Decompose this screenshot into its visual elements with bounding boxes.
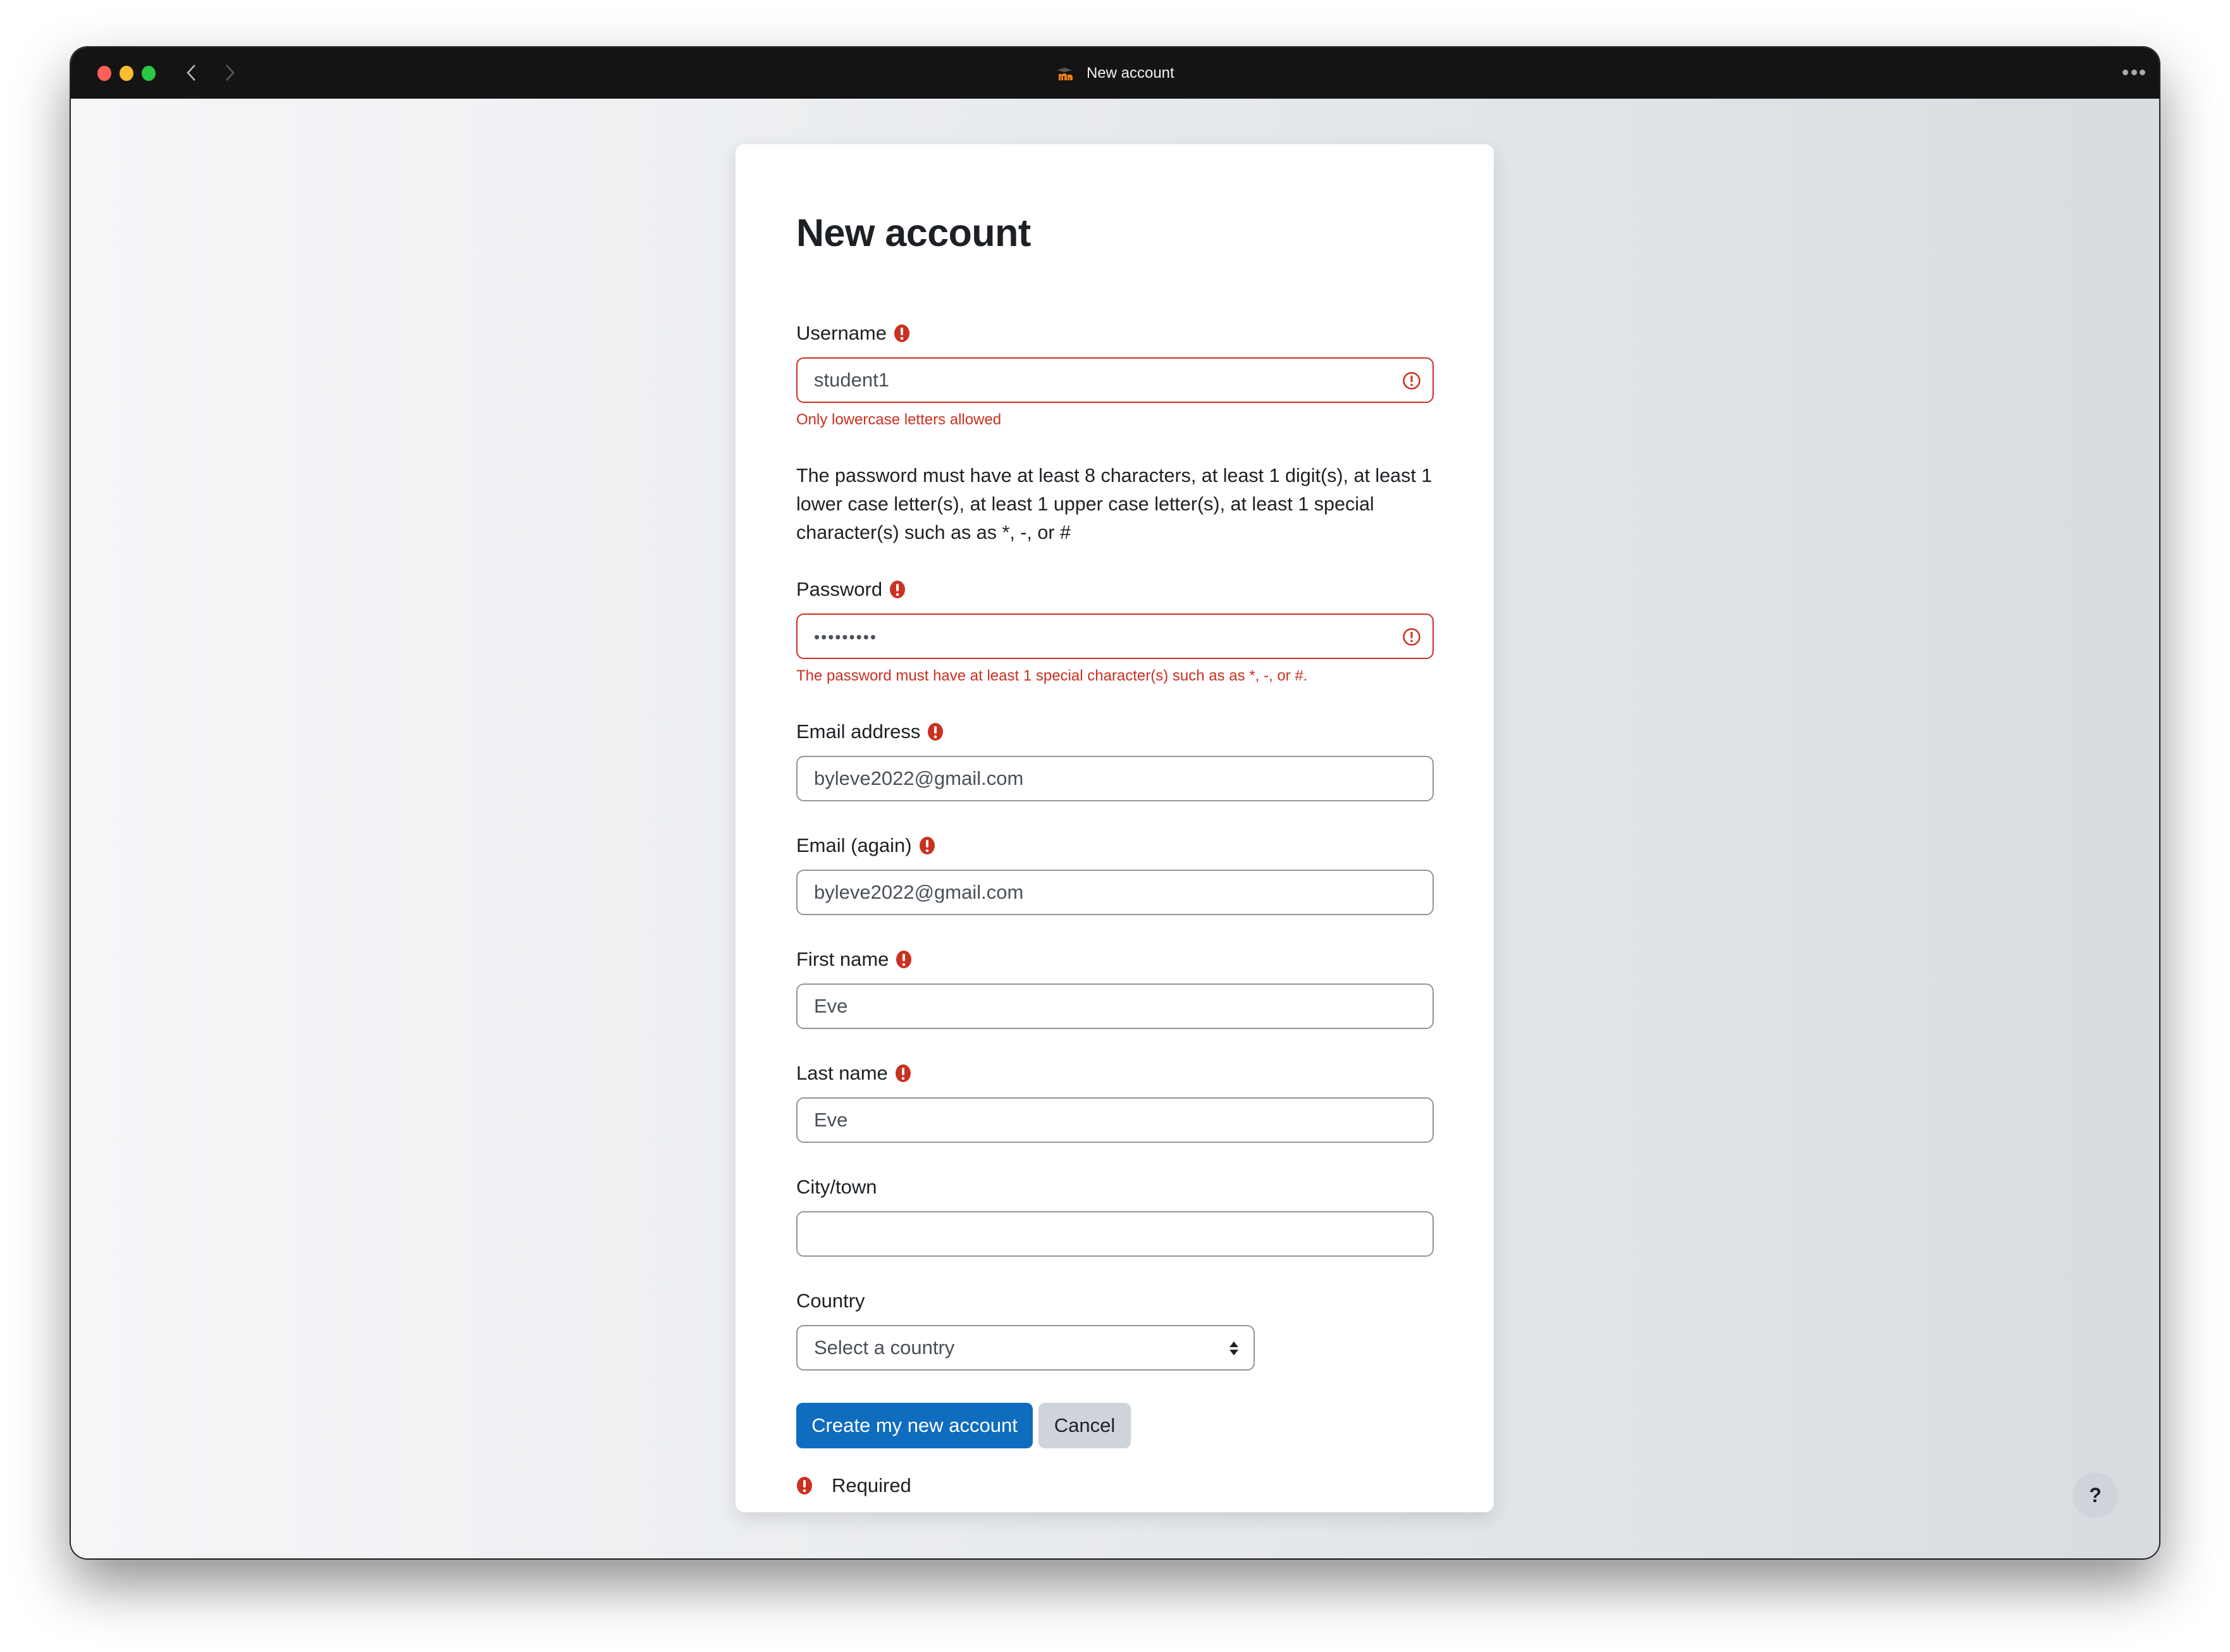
email-again-value: byleve2022@gmail.com: [814, 881, 1024, 903]
required-icon: [895, 1064, 911, 1083]
tab-title: New account: [71, 63, 2159, 84]
last-name-value: Eve: [814, 1109, 848, 1131]
email-again-input[interactable]: byleve2022@gmail.com: [796, 870, 1434, 915]
create-account-button[interactable]: Create my new account: [796, 1403, 1033, 1448]
page-title: New account: [796, 211, 1031, 254]
country-label-text: Country: [796, 1290, 865, 1312]
required-legend-text: Required: [832, 1474, 911, 1496]
first-name-value: Eve: [814, 995, 848, 1017]
help-button[interactable]: ?: [2073, 1472, 2118, 1518]
required-legend: Required: [796, 1473, 911, 1498]
username-error: Only lowercase letters allowed: [796, 411, 1002, 428]
invalid-icon: [1402, 627, 1421, 646]
invalid-icon: [1402, 371, 1421, 390]
username-label-text: Username: [796, 322, 887, 344]
city-input[interactable]: [796, 1211, 1434, 1257]
password-label-text: Password: [796, 578, 883, 600]
city-label-text: City/town: [796, 1176, 877, 1198]
last-name-label: Last name: [796, 1061, 911, 1086]
required-icon: [896, 950, 912, 969]
required-icon: [889, 580, 906, 599]
username-label: Username: [796, 321, 910, 346]
title-bar: New account: [71, 47, 2159, 99]
first-name-label-text: First name: [796, 948, 889, 970]
moodle-logo-icon: [1056, 66, 1075, 82]
email-again-label: Email (again): [796, 833, 935, 858]
first-name-input[interactable]: Eve: [796, 983, 1434, 1029]
city-label: City/town: [796, 1174, 877, 1200]
select-arrows-icon: [1228, 1340, 1240, 1357]
required-icon: [927, 722, 944, 741]
password-policy-text: The password must have at least 8 charac…: [796, 465, 1432, 543]
password-input[interactable]: •••••••••: [796, 613, 1434, 659]
password-error: The password must have at least 1 specia…: [796, 667, 1308, 684]
required-icon: [796, 1476, 813, 1495]
last-name-label-text: Last name: [796, 1062, 888, 1084]
password-value: •••••••••: [814, 627, 877, 646]
country-label: Country: [796, 1288, 865, 1314]
email-label-text: Email address: [796, 720, 921, 743]
country-select[interactable]: Select a country: [796, 1325, 1255, 1371]
username-value: student1: [814, 369, 889, 391]
tab-title-text: New account: [1086, 65, 1174, 82]
username-input[interactable]: student1: [796, 357, 1434, 403]
browser-window: New account New account Username student…: [71, 47, 2159, 1558]
cancel-button[interactable]: Cancel: [1038, 1403, 1131, 1448]
country-selected-value: Select a country: [814, 1336, 955, 1359]
required-icon: [919, 836, 935, 855]
last-name-input[interactable]: Eve: [796, 1097, 1434, 1143]
first-name-label: First name: [796, 947, 912, 972]
password-label: Password: [796, 577, 906, 602]
email-again-label-text: Email (again): [796, 834, 912, 856]
more-horizontal-icon[interactable]: [2122, 69, 2145, 75]
required-icon: [894, 324, 910, 343]
signup-form-card: New account Username student1 Only lower…: [736, 144, 1494, 1512]
email-label: Email address: [796, 719, 944, 744]
email-value: byleve2022@gmail.com: [814, 767, 1024, 789]
email-input[interactable]: byleve2022@gmail.com: [796, 756, 1434, 801]
